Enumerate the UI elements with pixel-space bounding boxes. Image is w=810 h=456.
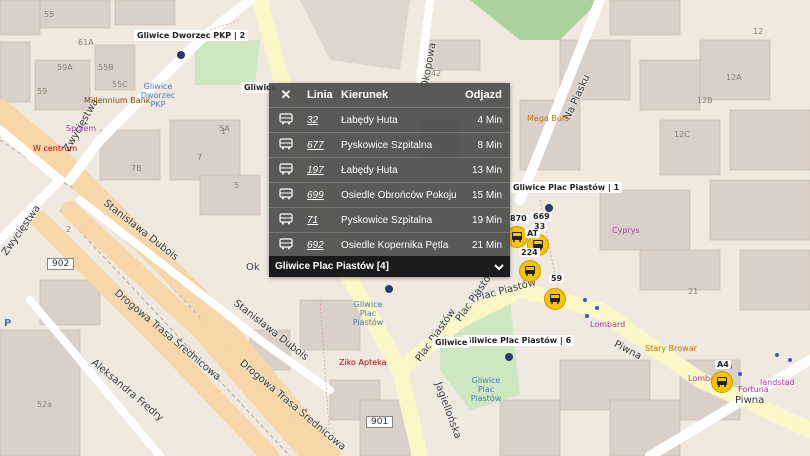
chevron-down-icon[interactable] — [494, 258, 504, 276]
bus-icon — [269, 107, 303, 133]
street-label: Ok — [246, 262, 260, 273]
bus-marker[interactable] — [519, 260, 541, 282]
house-number: 59 — [37, 87, 48, 96]
stop-label-dworzec-pkp[interactable]: Gliwice Dworzec PKP | 2 — [134, 30, 249, 41]
house-number: 7 — [197, 153, 203, 162]
house-number: 5 — [234, 181, 240, 190]
shop-poi[interactable]: Lombard — [590, 320, 625, 329]
departure-time-cell: 4 Min — [461, 107, 510, 133]
header-departure: Odjazd — [465, 89, 502, 101]
bus-icon — [269, 157, 303, 183]
departure-time-cell: 15 Min — [461, 182, 510, 208]
direction-cell: Osiedle Kopernika Pętla — [337, 232, 462, 257]
departure-row[interactable]: 71 Pyskowice Szpitalna 19 Min — [269, 207, 510, 233]
stop-name-label: Gliwice Plac Piastów — [470, 376, 502, 403]
departure-row[interactable]: 677 Pyskowice Szpitalna 8 Min — [269, 132, 510, 158]
stop-label-plac-piastow-6[interactable]: Gliwice Plac Piastów | 6 — [462, 335, 575, 346]
departure-time-cell: 13 Min — [461, 157, 510, 183]
house-number: 55B — [98, 63, 114, 72]
departure-time-cell: 21 Min — [461, 232, 510, 257]
house-number: 21 — [688, 287, 699, 296]
shop-poi[interactable]: Społem — [66, 124, 96, 133]
route-badge: 669 — [531, 212, 552, 221]
house-number: 1 — [221, 127, 227, 136]
house-number: 55 — [44, 10, 55, 19]
line-number-link[interactable]: 699 — [307, 190, 324, 201]
departure-time-cell: 8 Min — [461, 132, 510, 158]
route-badge: 59 — [549, 274, 565, 283]
stop-name-label: Gliwice Plac Piastów — [352, 300, 384, 327]
house-number: 61A — [78, 38, 94, 47]
direction-cell: Pyskowice Szpitalna — [337, 207, 462, 233]
bus-icon — [550, 294, 560, 304]
route-badge: A4 — [715, 360, 731, 369]
direction-cell: Łabędy Huta — [337, 157, 462, 183]
bus-icon — [269, 232, 303, 257]
stop-selector[interactable]: Gliwice Plac Piastów [4] — [269, 256, 510, 277]
shop-poi[interactable]: Cyprys — [612, 226, 640, 235]
food-poi[interactable]: Stary Browar — [645, 344, 697, 353]
house-number: 12A — [726, 73, 742, 82]
line-number-link[interactable]: 677 — [307, 140, 324, 151]
bus-icon — [269, 132, 303, 158]
direction-cell: Łabędy Huta — [337, 107, 462, 133]
bus-icon — [717, 377, 727, 387]
stop-dot-piastow-1 — [545, 204, 553, 212]
parking-icon: P — [4, 318, 12, 329]
shop-poi[interactable]: W centrum — [33, 144, 77, 153]
table-header-row: ✕ Linia Kierunek Odjazd — [269, 83, 510, 108]
street-label: Piwna — [735, 395, 765, 406]
header-line: Linia — [307, 89, 333, 101]
close-icon[interactable]: ✕ — [281, 87, 292, 102]
departure-row[interactable]: 692 Osiedle Kopernika Pętla 21 Min — [269, 232, 510, 257]
line-number-link[interactable]: 197 — [307, 165, 324, 176]
bus-marker[interactable] — [711, 371, 733, 393]
header-direction: Kierunek — [341, 89, 389, 101]
departure-row[interactable]: 32 Łabędy Huta 4 Min — [269, 107, 510, 133]
bus-icon — [525, 266, 535, 276]
route-badge: 870 — [508, 214, 529, 223]
route-badge: 224 — [519, 248, 540, 257]
stop-dot-dworzec — [177, 51, 185, 59]
house-number: 12C — [674, 130, 690, 139]
house-number: 2 — [66, 225, 72, 234]
stop-label-plac-piastow-1[interactable]: Gliwice Plac Piastów | 1 — [510, 182, 623, 193]
route-badge: AT — [525, 229, 541, 238]
departure-row[interactable]: 197 Łabędy Huta 13 Min — [269, 157, 510, 183]
bank-poi[interactable]: Millennium Bank — [84, 96, 150, 105]
direction-cell: Pyskowice Szpitalna — [337, 132, 462, 158]
house-number: 12B — [697, 96, 713, 105]
road-ref-902: 902 — [47, 258, 75, 270]
house-number: 55C — [112, 80, 128, 89]
road-ref-901: 901 — [366, 416, 394, 428]
line-number-link[interactable]: 692 — [307, 240, 324, 251]
house-number: 52a — [37, 400, 53, 409]
shop-poi[interactable]: landstad — [760, 378, 795, 387]
pharmacy-poi[interactable]: Ziko Apteka — [339, 358, 387, 367]
house-number: 7B — [131, 164, 142, 173]
departures-table: ✕ Linia Kierunek Odjazd 32 Łabędy Huta 4 M… — [269, 83, 510, 257]
food-poi[interactable]: Mega Buła — [527, 114, 569, 123]
bus-icon — [269, 207, 303, 233]
bus-marker[interactable] — [544, 288, 566, 310]
close-button[interactable]: ✕ — [269, 83, 303, 108]
stop-selector-title: Gliwice Plac Piastów [4] — [275, 261, 389, 272]
departures-popup: ✕ Linia Kierunek Odjazd 32 Łabędy Huta 4 M… — [269, 83, 510, 277]
bus-icon — [512, 232, 522, 242]
bus-icon — [269, 182, 303, 208]
stop-label-partial[interactable]: Gliwice — [432, 337, 471, 348]
departure-row[interactable]: 699 Osiedle Obrońców Pokoju 15 Min — [269, 182, 510, 208]
departure-time-cell: 19 Min — [461, 207, 510, 233]
house-number: 12 — [753, 27, 764, 36]
park-area — [195, 40, 260, 85]
line-number-link[interactable]: 71 — [307, 215, 318, 226]
line-number-link[interactable]: 32 — [307, 115, 318, 126]
house-number: 59A — [57, 63, 73, 72]
direction-cell: Osiedle Obrońców Pokoju — [337, 182, 462, 208]
stop-dot-piastow-4 — [385, 285, 393, 293]
stop-dot-piastow-6 — [505, 353, 513, 361]
